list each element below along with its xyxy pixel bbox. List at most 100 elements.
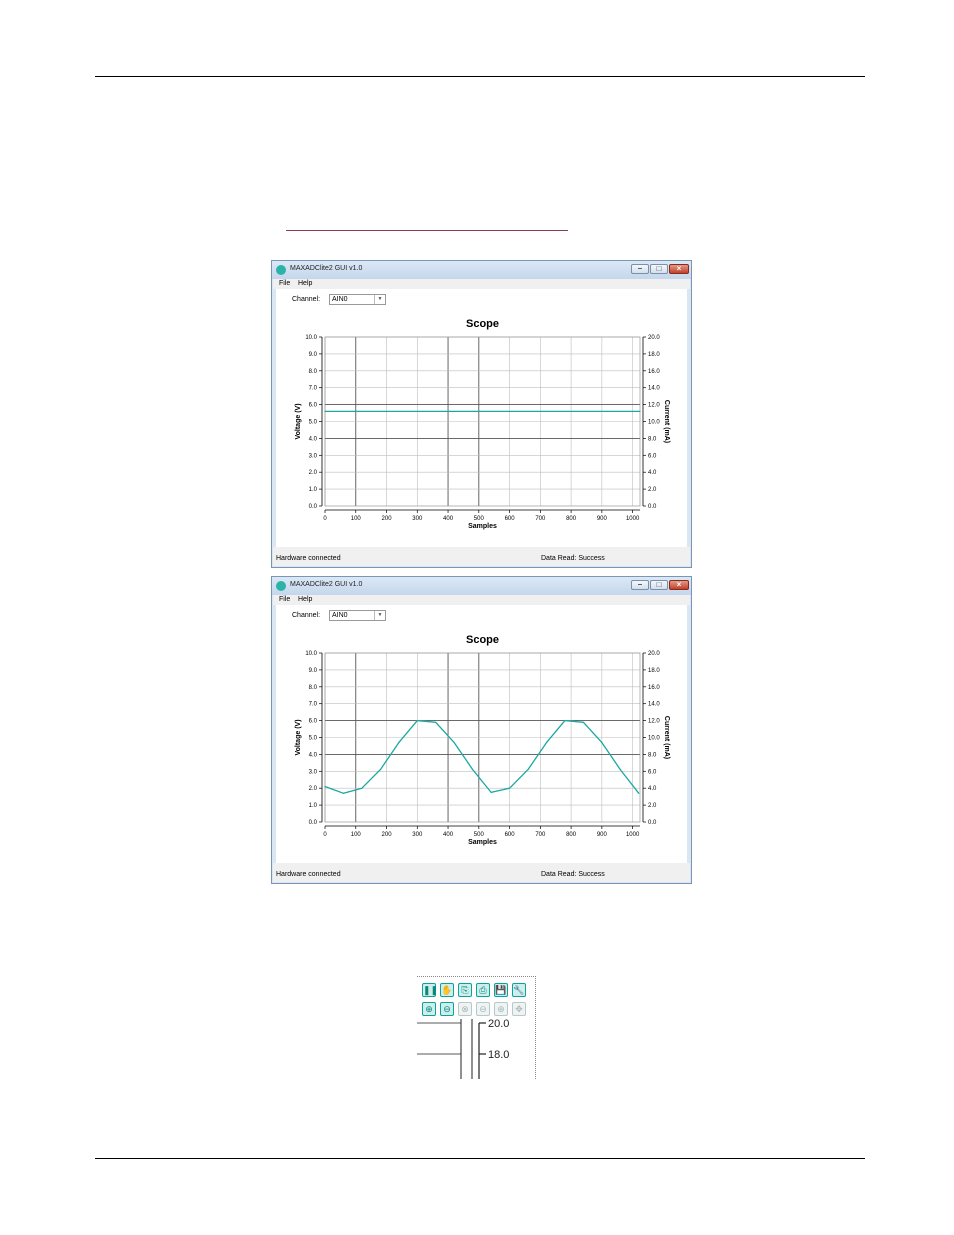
- x-tick-label: 700: [535, 832, 546, 838]
- zoom-in-icon[interactable]: ⊕: [422, 1002, 436, 1016]
- data-point: [564, 720, 566, 722]
- menu-bar: File Help: [273, 595, 690, 605]
- copy-icon[interactable]: ⎘: [458, 983, 472, 997]
- x-tick-label: 600: [505, 832, 516, 838]
- zoom-out-icon[interactable]: ⊖: [440, 1002, 454, 1016]
- menu-file[interactable]: File: [279, 280, 290, 287]
- axis-tick-label: 20.0: [488, 1018, 509, 1030]
- x-tick-label: 400: [443, 516, 454, 522]
- x-axis-label: Samples: [468, 839, 497, 846]
- y-tick-label-right: 6.0: [648, 453, 657, 459]
- x-tick-label: 1000: [626, 832, 640, 838]
- data-point: [527, 769, 529, 771]
- x-tick-label: 200: [382, 832, 393, 838]
- minimize-button[interactable]: –: [631, 580, 649, 590]
- y-tick-label-right: 14.0: [648, 702, 660, 708]
- y-tick-label-left: 10.0: [305, 651, 317, 657]
- print-icon[interactable]: ⎙: [476, 983, 490, 997]
- x-tick-label: 600: [505, 516, 516, 522]
- y-tick-label-right: 18.0: [648, 352, 660, 358]
- y-tick-label-left: 4.0: [309, 436, 318, 442]
- x-tick-label: 100: [351, 516, 362, 522]
- x-tick-label: 0: [323, 516, 327, 522]
- y-tick-label-left: 8.0: [309, 685, 318, 691]
- data-point: [379, 769, 381, 771]
- y-tick-label-left: 7.0: [309, 386, 318, 392]
- data-point: [435, 721, 437, 723]
- y-tick-label-left: 5.0: [309, 420, 318, 426]
- y-tick-label-right: 2.0: [648, 803, 657, 809]
- status-right: Data Read: Success: [541, 871, 605, 878]
- x-tick-label: 200: [382, 516, 393, 522]
- status-left: Hardware connected: [276, 871, 341, 878]
- y-tick-label-right: 8.0: [648, 436, 657, 442]
- y-tick-label-left: 10.0: [305, 335, 317, 341]
- close-button[interactable]: ×: [669, 580, 689, 590]
- x-tick-label: 500: [474, 832, 485, 838]
- close-button[interactable]: ×: [669, 264, 689, 274]
- minimize-button[interactable]: –: [631, 264, 649, 274]
- y-tick-label-right: 12.0: [648, 719, 660, 725]
- menu-file[interactable]: File: [279, 596, 290, 603]
- y-tick-label-right: 8.0: [648, 752, 657, 758]
- wrench-icon[interactable]: 🔧: [512, 983, 526, 997]
- y-tick-label-right: 12.0: [648, 403, 660, 409]
- y-tick-label-left: 6.0: [309, 403, 318, 409]
- menu-bar: File Help: [273, 279, 690, 289]
- data-point: [472, 769, 474, 771]
- data-point: [508, 787, 511, 789]
- y-tick-label-right: 0.0: [648, 820, 657, 826]
- x-tick-label: 300: [412, 832, 423, 838]
- y-tick-label-right: 10.0: [648, 420, 660, 426]
- y-axis-label-left: Voltage (V): [295, 719, 302, 755]
- y-tick-label-left: 3.0: [309, 769, 318, 775]
- hand-icon[interactable]: ✋: [440, 983, 454, 997]
- status-bar: Hardware connected Data Read: Success: [273, 863, 690, 882]
- zoom-x-icon[interactable]: ⊖: [476, 1002, 490, 1016]
- series-line: [324, 719, 640, 794]
- client-area: Channel: AIN0 ▼ Scope 0.0 1.0 2.0 3.0 4.0 5.0 6…: [276, 289, 687, 547]
- data-point: [324, 410, 326, 412]
- axis-tick-label: 18.0: [488, 1049, 509, 1061]
- y-tick-label-right: 6.0: [648, 769, 657, 775]
- y-tick-label-right: 16.0: [648, 685, 660, 691]
- close-icon: ×: [676, 264, 682, 273]
- menu-help[interactable]: Help: [298, 280, 312, 287]
- data-point: [398, 741, 400, 744]
- x-tick-label: 100: [351, 832, 362, 838]
- scope-chart[interactable]: Scope 0.0 1.0 2.0 3.0 4.0 5.0 6.0 7.0 8.0 9.0 10.0 0…: [276, 605, 689, 855]
- title-bar[interactable]: MAXADClite2 GUI v1.0 – □ ×: [272, 261, 691, 279]
- x-tick-label: 700: [535, 516, 546, 522]
- status-bar: Hardware connected Data Read: Success: [273, 547, 690, 566]
- maximize-icon: □: [656, 580, 662, 589]
- app-window-2: MAXADClite2 GUI v1.0 – □ × File Help Cha…: [271, 576, 692, 884]
- x-tick-label: 0: [323, 832, 327, 838]
- pause-icon[interactable]: ❚❚: [422, 983, 438, 997]
- y-axis-label-right: Current (mA): [663, 400, 670, 443]
- minimize-icon: –: [637, 264, 643, 273]
- y-tick-label-right: 4.0: [648, 470, 657, 476]
- window-title: MAXADClite2 GUI v1.0: [290, 265, 363, 272]
- save-icon[interactable]: 💾: [494, 983, 508, 997]
- data-point: [453, 741, 455, 744]
- maximize-button[interactable]: □: [650, 264, 668, 274]
- y-tick-label-left: 0.0: [309, 820, 318, 826]
- x-tick-label: 400: [443, 832, 454, 838]
- zoom-reset-icon[interactable]: ⊗: [458, 1002, 472, 1016]
- y-tick-label-right: 18.0: [648, 668, 660, 674]
- app-window-1: MAXADClite2 GUI v1.0 – □ × File Help Cha…: [271, 260, 692, 568]
- x-tick-label: 900: [597, 516, 608, 522]
- zoom-y-icon[interactable]: ⊕: [494, 1002, 508, 1016]
- scope-chart[interactable]: Scope 0.0 1.0 2.0 3.0 4.0 5.0 6.0 7.0 8.0 9.0 10.0 0…: [276, 289, 689, 539]
- y-tick-label-right: 16.0: [648, 369, 660, 375]
- y-tick-label-left: 0.0: [309, 504, 318, 510]
- data-point: [639, 410, 641, 412]
- x-axis-label: Samples: [468, 523, 497, 530]
- y-tick-label-left: 9.0: [309, 352, 318, 358]
- maximize-button[interactable]: □: [650, 580, 668, 590]
- x-tick-label: 900: [597, 832, 608, 838]
- title-bar[interactable]: MAXADClite2 GUI v1.0 – □ ×: [272, 577, 691, 595]
- pan-icon[interactable]: ✥: [512, 1002, 526, 1016]
- status-left: Hardware connected: [276, 555, 341, 562]
- menu-help[interactable]: Help: [298, 596, 312, 603]
